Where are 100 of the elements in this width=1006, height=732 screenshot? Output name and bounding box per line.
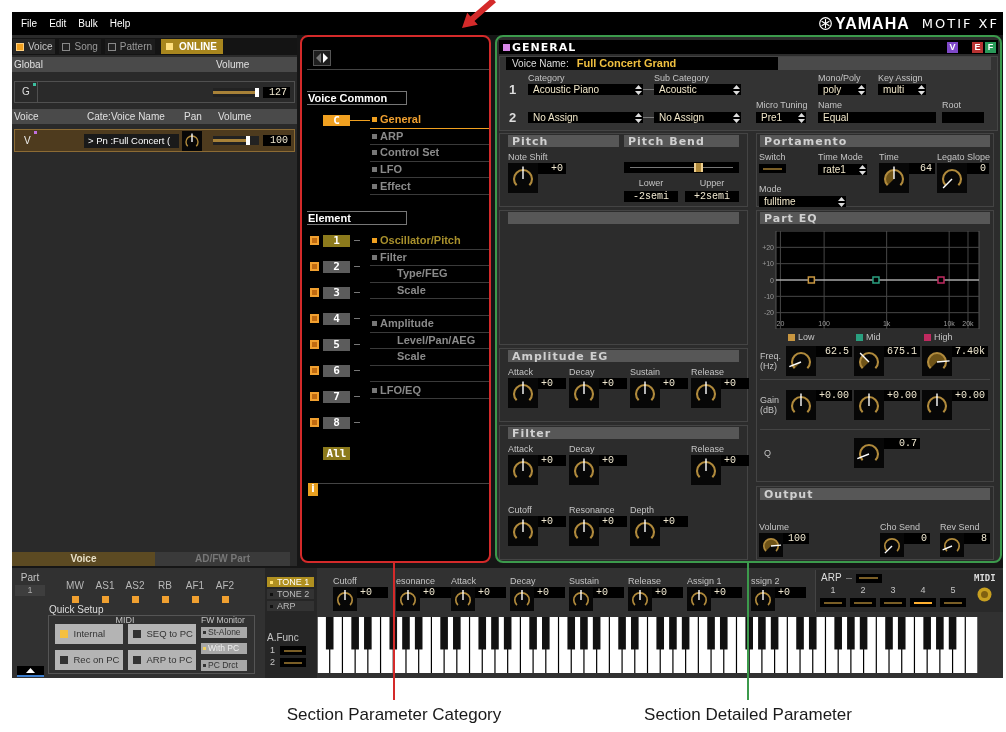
select-field[interactable]: multi: [878, 84, 926, 95]
toggle-switch[interactable]: [850, 598, 876, 607]
knob[interactable]: [854, 345, 884, 376]
knob[interactable]: [691, 378, 721, 408]
category-item[interactable]: Scale: [370, 349, 489, 366]
eq-point[interactable]: [872, 276, 880, 284]
panel-tab[interactable]: Voice: [12, 552, 155, 566]
checkbox[interactable]: [310, 366, 319, 376]
voice-row[interactable]: V > Pn :Full Concert ( 100: [14, 129, 295, 152]
knob[interactable]: [628, 587, 652, 611]
panel-toggle-button[interactable]: [313, 50, 331, 66]
toggle-switch[interactable]: [880, 598, 906, 607]
toggle-switch[interactable]: [759, 164, 786, 173]
toggle-switch[interactable]: [940, 598, 966, 607]
knob[interactable]: [508, 455, 538, 485]
checkbox[interactable]: [310, 418, 319, 428]
knob[interactable]: [333, 587, 357, 611]
element-button[interactable]: 6: [323, 364, 350, 377]
toggle-switch[interactable]: [820, 598, 846, 607]
setup-button[interactable]: Rec on PC: [54, 650, 123, 670]
select-field[interactable]: Acoustic Piano: [528, 84, 643, 95]
knob[interactable]: [940, 533, 964, 557]
monitor-option[interactable]: PC Drct: [201, 660, 247, 671]
knob[interactable]: [786, 345, 816, 376]
element-button[interactable]: 7: [323, 390, 350, 403]
knob[interactable]: [854, 389, 884, 420]
knob[interactable]: [922, 345, 952, 376]
select-field[interactable]: No Assign: [528, 112, 643, 123]
category-item[interactable]: LFO/EQ: [370, 382, 489, 399]
knob[interactable]: [759, 533, 783, 557]
knob[interactable]: [451, 587, 475, 611]
checkbox[interactable]: [310, 392, 319, 402]
category-item[interactable]: LFO: [370, 161, 489, 179]
mode-tab[interactable]: Pattern: [104, 39, 156, 54]
category-item[interactable]: Amplitude: [370, 315, 489, 333]
expand-button[interactable]: [16, 666, 44, 677]
knob[interactable]: [854, 438, 884, 468]
knob[interactable]: [569, 587, 593, 611]
setup-button[interactable]: ARP to PC: [127, 650, 196, 670]
toggle-switch[interactable]: [280, 646, 306, 655]
element-button[interactable]: 1: [323, 234, 350, 247]
monitor-option[interactable]: St-Alone: [201, 627, 247, 638]
eq-point[interactable]: [937, 276, 945, 284]
knob[interactable]: [687, 587, 711, 611]
element-button[interactable]: 8: [323, 416, 350, 429]
checkbox[interactable]: [310, 262, 319, 272]
view-button[interactable]: V: [947, 41, 958, 53]
knob[interactable]: [879, 163, 909, 193]
slider-thumb[interactable]: [246, 136, 251, 145]
knob[interactable]: [510, 587, 534, 611]
element-button[interactable]: 4: [323, 312, 350, 325]
select-field[interactable]: rate1: [818, 164, 867, 175]
checkbox[interactable]: [310, 314, 319, 324]
category-item[interactable]: ARP: [370, 128, 489, 146]
category-item[interactable]: Filter: [370, 249, 489, 267]
tone-button[interactable]: TONE 2: [267, 589, 314, 599]
knob[interactable]: [569, 516, 599, 546]
all-button[interactable]: All: [323, 447, 350, 461]
mode-tab[interactable]: Voice: [13, 39, 56, 54]
category-item[interactable]: Type/FEG: [370, 266, 489, 283]
setup-button[interactable]: Internal: [54, 624, 123, 644]
slider-thumb[interactable]: [693, 163, 703, 172]
knob[interactable]: [630, 378, 660, 408]
name-field[interactable]: Equal: [818, 112, 936, 123]
knob[interactable]: [630, 516, 660, 546]
knob[interactable]: [751, 587, 775, 611]
menu-item[interactable]: File: [21, 18, 38, 29]
piano-keyboard[interactable]: [317, 617, 978, 673]
element-button[interactable]: 2: [323, 260, 350, 273]
tone-button[interactable]: ARP: [267, 601, 314, 611]
select-field[interactable]: fulltime: [759, 196, 846, 207]
knob[interactable]: [508, 516, 538, 546]
view-button[interactable]: F: [985, 41, 996, 53]
knob[interactable]: [569, 378, 599, 408]
checkbox[interactable]: [310, 340, 319, 350]
knob[interactable]: [569, 455, 599, 485]
toggle-switch[interactable]: [910, 598, 936, 607]
checkbox[interactable]: [310, 288, 319, 298]
category-item[interactable]: General: [370, 112, 489, 129]
knob[interactable]: [691, 455, 721, 485]
knob[interactable]: [937, 163, 967, 193]
setup-button[interactable]: SEQ to PC: [127, 624, 196, 644]
category-item[interactable]: Scale: [370, 282, 489, 300]
knob[interactable]: [182, 130, 202, 151]
select-field[interactable]: poly: [818, 84, 866, 95]
online-button[interactable]: ONLINE: [161, 39, 224, 54]
element-button[interactable]: 5: [323, 338, 350, 351]
knob[interactable]: [396, 587, 420, 611]
eq-point[interactable]: [807, 276, 816, 284]
volume-slider[interactable]: [213, 136, 259, 145]
element-button[interactable]: 3: [323, 286, 350, 299]
select-field[interactable]: No Assign: [654, 112, 741, 123]
menu-item[interactable]: Edit: [49, 18, 67, 29]
knob[interactable]: [508, 378, 538, 408]
select-field[interactable]: Pre1: [756, 112, 806, 123]
category-item[interactable]: Effect: [370, 178, 489, 195]
category-item[interactable]: Oscillator/Pitch: [370, 232, 489, 250]
pitch-bend-slider[interactable]: [624, 162, 739, 173]
knob[interactable]: [922, 389, 952, 420]
voice-name-field[interactable]: > Pn :Full Concert (: [84, 133, 179, 148]
